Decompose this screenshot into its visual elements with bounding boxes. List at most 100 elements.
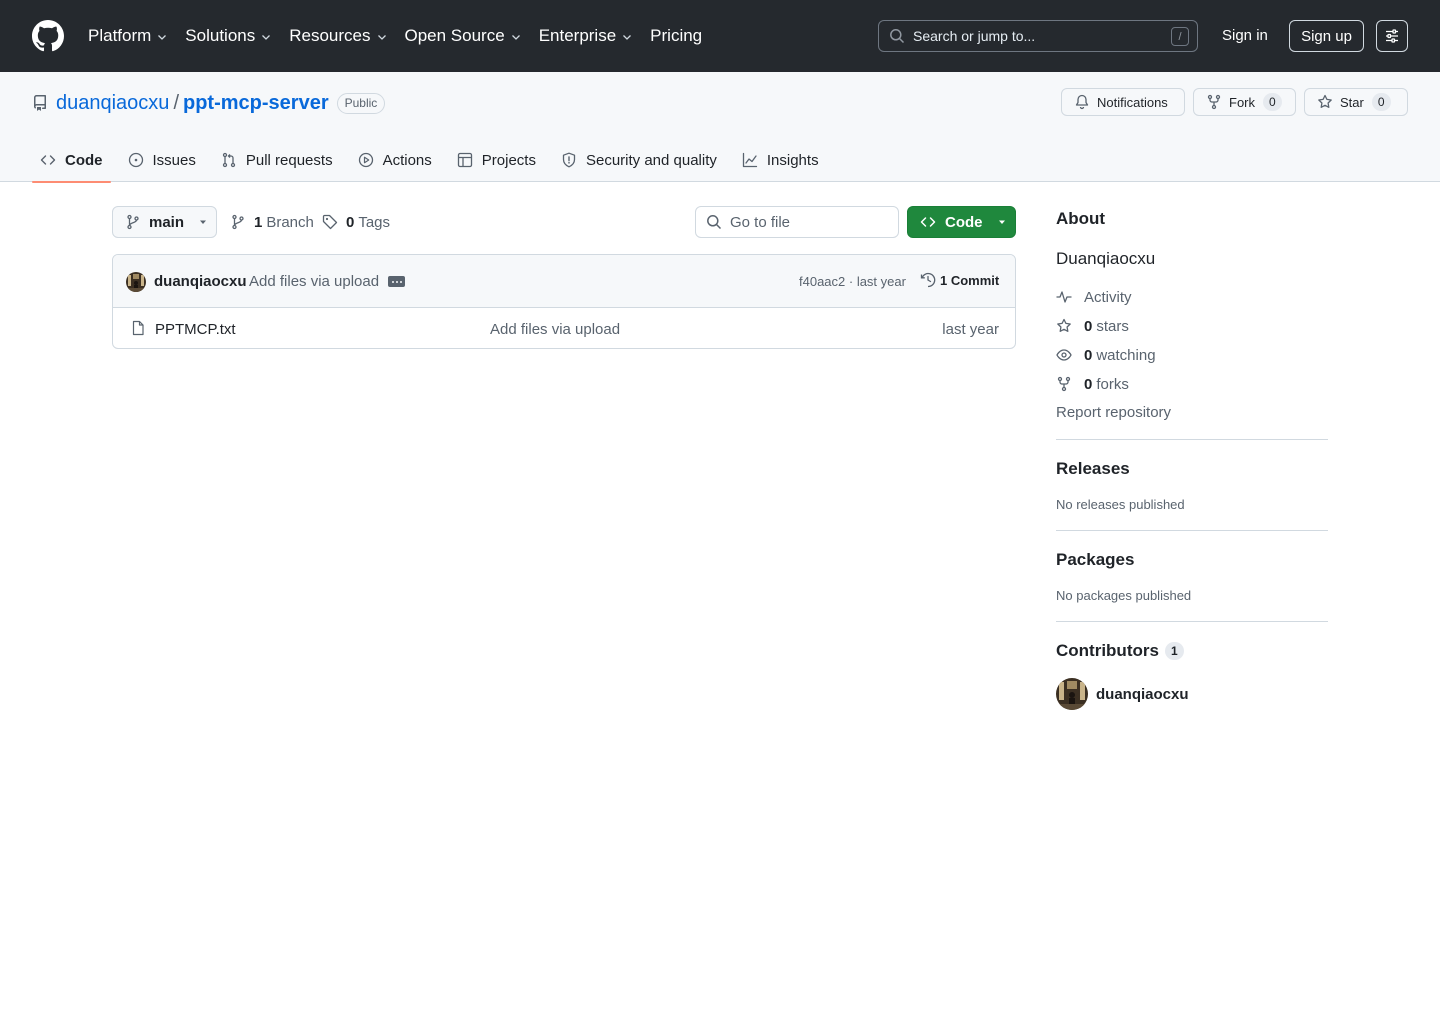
activity-link[interactable]: Activity xyxy=(1056,287,1132,307)
packages-heading[interactable]: Packages xyxy=(1056,550,1134,570)
file-name-link[interactable]: PPTMCP.txt xyxy=(155,321,236,338)
forks-label: forks xyxy=(1096,375,1129,393)
nav-label: Open Source xyxy=(404,26,505,45)
search-placeholder: Search or jump to... xyxy=(913,28,1036,44)
contributors-heading: Contributors xyxy=(1056,641,1159,660)
sliders-icon xyxy=(1386,29,1398,43)
author-avatar[interactable] xyxy=(126,272,146,292)
latest-commit-bar: duanqiaocxu Add files via upload f40aac2… xyxy=(113,255,1015,308)
tags-link[interactable]: 0 Tags xyxy=(322,206,390,238)
fork-button[interactable]: Fork 0 xyxy=(1193,88,1296,116)
releases-heading[interactable]: Releases xyxy=(1056,459,1130,479)
sidebar-divider xyxy=(1056,439,1328,440)
stars-link[interactable]: 0 stars xyxy=(1056,316,1129,336)
tag-icon xyxy=(322,214,338,230)
issue-icon xyxy=(128,152,143,168)
chevron-down-icon xyxy=(511,35,520,40)
graph-icon xyxy=(742,152,758,168)
report-repository-link[interactable]: Report repository xyxy=(1056,404,1171,421)
packages-note: No packages published xyxy=(1056,588,1192,603)
commit-message-link[interactable]: Add files via upload xyxy=(249,273,379,290)
tab-label: Issues xyxy=(152,151,196,169)
caret-down-icon xyxy=(998,220,1005,224)
pull-request-icon xyxy=(222,152,236,168)
branch-label: Branch xyxy=(266,213,314,231)
code-icon xyxy=(40,155,56,165)
nav-enterprise[interactable]: Enterprise xyxy=(539,26,633,46)
sidebar-divider xyxy=(1056,621,1328,622)
tag-label: Tags xyxy=(358,213,391,231)
forks-link[interactable]: 0 forks xyxy=(1056,374,1129,394)
sign-in-link[interactable]: Sign in xyxy=(1214,20,1276,52)
search-shortcut-key: / xyxy=(1171,27,1189,46)
branches-link[interactable]: 1 Branch xyxy=(230,206,314,238)
chevron-down-icon xyxy=(262,35,271,40)
pulse-icon xyxy=(1056,291,1072,303)
tag-count: 0 xyxy=(346,213,355,231)
tab-issues[interactable]: Issues xyxy=(120,138,204,182)
avatar[interactable] xyxy=(1056,678,1088,710)
global-search-input[interactable]: Search or jump to... / xyxy=(878,20,1198,52)
nav-platform[interactable]: Platform xyxy=(88,26,168,46)
repository-header: duanqiaocxu / ppt-mcp-server Public Noti… xyxy=(0,72,1440,183)
nav-resources[interactable]: Resources xyxy=(289,26,387,46)
repo-name-link[interactable]: ppt-mcp-server xyxy=(183,92,329,115)
code-dropdown-button[interactable]: Code xyxy=(907,206,1016,238)
branch-icon xyxy=(232,214,244,230)
tab-code[interactable]: Code xyxy=(32,138,111,183)
tab-insights[interactable]: Insights xyxy=(734,138,827,182)
file-commit-message-link[interactable]: Add files via upload xyxy=(490,321,620,338)
chevron-down-icon xyxy=(158,35,167,40)
chevron-down-icon xyxy=(623,35,632,40)
activity-label: Activity xyxy=(1084,288,1132,306)
tab-projects[interactable]: Projects xyxy=(449,138,544,182)
tab-actions[interactable]: Actions xyxy=(350,138,440,182)
forks-count: 0 xyxy=(1084,375,1093,393)
star-button[interactable]: Star 0 xyxy=(1304,88,1408,116)
sign-up-button[interactable]: Sign up xyxy=(1289,20,1364,52)
global-header: Platform Solutions Resources Open Source… xyxy=(0,0,1440,72)
commit-sha-time[interactable]: f40aac2 · last year xyxy=(799,274,906,289)
tab-pull-requests[interactable]: Pull requests xyxy=(213,138,341,182)
nav-open-source[interactable]: Open Source xyxy=(405,26,522,46)
repo-description: Duanqiaocxu xyxy=(1056,249,1156,268)
branch-icon xyxy=(127,214,139,230)
tab-security-and-quality[interactable]: Security and quality xyxy=(553,138,725,182)
star-icon xyxy=(1318,94,1332,108)
contributors-header[interactable]: Contributors 1 xyxy=(1056,641,1184,661)
commit-author-link[interactable]: duanqiaocxu xyxy=(154,273,247,290)
visibility-badge: Public xyxy=(336,92,386,114)
commit-history-link[interactable]: 1 Commit xyxy=(920,272,999,288)
watching-link[interactable]: 0 watching xyxy=(1056,345,1156,365)
nav-label: Pricing xyxy=(650,26,703,45)
fork-icon xyxy=(1057,376,1071,392)
appearance-settings-button[interactable] xyxy=(1376,20,1408,52)
github-logo-icon[interactable] xyxy=(32,20,64,52)
expand-commit-message-button[interactable] xyxy=(388,276,405,287)
repo-owner-link[interactable]: duanqiaocxu xyxy=(56,92,169,115)
file-icon xyxy=(132,320,144,336)
play-icon xyxy=(358,152,373,168)
nav-label: Platform xyxy=(88,26,152,45)
branch-name: main xyxy=(149,213,185,231)
contributor-item[interactable]: duanqiaocxu xyxy=(1056,678,1189,710)
branch-selector-button[interactable]: main xyxy=(112,206,217,238)
fork-count: 0 xyxy=(1263,93,1282,111)
repo-icon xyxy=(34,95,46,111)
tab-label: Projects xyxy=(481,151,536,169)
notifications-button[interactable]: Notifications xyxy=(1061,88,1185,116)
bell-icon xyxy=(1075,94,1089,110)
nav-solutions[interactable]: Solutions xyxy=(185,26,272,46)
stars-label: stars xyxy=(1096,317,1129,335)
fork-label: Fork xyxy=(1229,94,1255,110)
stars-count: 0 xyxy=(1084,317,1093,335)
file-list: duanqiaocxu Add files via upload f40aac2… xyxy=(112,254,1016,349)
nav-label: Resources xyxy=(289,26,371,45)
about-heading: About xyxy=(1056,209,1106,228)
go-to-file-input[interactable]: Go to file xyxy=(695,206,899,238)
go-to-file-placeholder: Go to file xyxy=(730,213,791,231)
search-icon xyxy=(890,29,905,44)
nav-pricing[interactable]: Pricing xyxy=(650,26,702,46)
notifications-label: Notifications xyxy=(1097,94,1168,110)
nav-label: Solutions xyxy=(185,26,256,45)
